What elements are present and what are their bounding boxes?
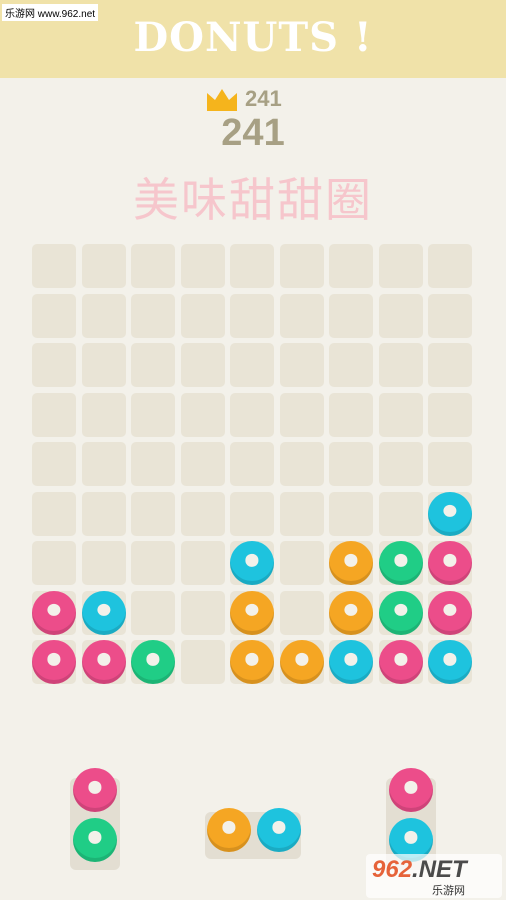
watermark-text: 乐游网 [432,884,465,897]
watermark-bottom: 962.NET 乐游网 [366,854,502,898]
board-cell[interactable] [378,442,423,486]
board-cell[interactable] [279,442,324,486]
donut-orange [329,541,373,585]
board-cell[interactable] [329,343,373,387]
board-cell[interactable] [428,343,472,387]
board-cell[interactable] [32,491,76,536]
board-cell[interactable] [180,343,225,387]
board-cell[interactable] [81,442,126,486]
watermark-logo: 962.NET [372,856,467,883]
board-cell[interactable] [230,244,274,288]
donut-pink [428,590,472,635]
donut-cyan [81,590,126,635]
board-cell[interactable] [131,442,175,486]
game-board[interactable] [32,244,474,687]
crown-icon [205,87,239,111]
board-cell[interactable] [230,293,274,338]
board-cell[interactable] [230,491,274,536]
donut-orange [230,640,274,684]
donut-green [378,541,423,585]
board-cell[interactable] [32,541,76,585]
tray-donut-pink[interactable] [389,768,433,812]
board-cell[interactable] [131,244,175,288]
board-cell[interactable] [378,392,423,437]
board-cell[interactable] [428,293,472,338]
donut-cyan [428,491,472,536]
board-cell[interactable] [279,392,324,437]
board-cell[interactable] [131,293,175,338]
board-cell[interactable] [81,392,126,437]
board-cell[interactable] [329,491,373,536]
board-cell[interactable] [378,491,423,536]
board-cell[interactable] [131,343,175,387]
board-cell[interactable] [180,491,225,536]
chinese-subtitle: 美味甜甜圈 [133,173,373,227]
board-cell[interactable] [131,491,175,536]
board-cell[interactable] [230,392,274,437]
game-title: DONUTS ! [133,14,373,61]
board-cell[interactable] [81,244,126,288]
donut-orange [230,590,274,635]
board-cell[interactable] [180,293,225,338]
donut-pink [81,640,126,684]
board-cell[interactable] [378,343,423,387]
best-score: 241 [205,86,282,112]
board-cell[interactable] [180,392,225,437]
board-cell[interactable] [279,244,324,288]
tray-donut-orange[interactable] [207,808,251,852]
board-cell[interactable] [32,244,76,288]
board-cell[interactable] [131,392,175,437]
board-cell[interactable] [378,244,423,288]
donut-pink [32,640,76,684]
board-cell[interactable] [180,442,225,486]
board-cell[interactable] [81,343,126,387]
donut-green [131,640,175,684]
board-cell[interactable] [230,442,274,486]
board-cell[interactable] [81,293,126,338]
board-cell[interactable] [378,293,423,338]
best-score-value: 241 [245,86,282,111]
board-cell[interactable] [329,244,373,288]
board-cell[interactable] [279,541,324,585]
board-cell[interactable] [279,491,324,536]
current-score: 241 [221,112,285,154]
board-cell[interactable] [230,343,274,387]
board-cell[interactable] [81,541,126,585]
board-cell[interactable] [180,640,225,684]
board-cell[interactable] [329,442,373,486]
board-cell[interactable] [180,541,225,585]
board-cell[interactable] [279,293,324,338]
donut-orange [279,640,324,684]
tray-donut-cyan[interactable] [257,808,301,852]
donut-pink [428,541,472,585]
tray-donut-green[interactable] [73,818,117,862]
donut-pink [32,590,76,635]
board-cell[interactable] [32,442,76,486]
watermark-top: 乐游网 www.962.net [2,4,99,21]
tray-donut-pink[interactable] [73,768,117,812]
board-cell[interactable] [428,244,472,288]
board-cell[interactable] [428,442,472,486]
board-cell[interactable] [32,293,76,338]
board-cell[interactable] [32,392,76,437]
donut-cyan [428,640,472,684]
donut-cyan [329,640,373,684]
board-cell[interactable] [32,343,76,387]
board-cell[interactable] [279,343,324,387]
donut-cyan [230,541,274,585]
donut-green [378,590,423,635]
board-cell[interactable] [279,590,324,635]
board-cell[interactable] [131,590,175,635]
board-cell[interactable] [81,491,126,536]
board-cell[interactable] [180,590,225,635]
donut-pink [378,640,423,684]
board-cell[interactable] [131,541,175,585]
board-cell[interactable] [329,392,373,437]
board-cell[interactable] [180,244,225,288]
board-cell[interactable] [329,293,373,338]
donut-orange [329,590,373,635]
board-cell[interactable] [428,392,472,437]
